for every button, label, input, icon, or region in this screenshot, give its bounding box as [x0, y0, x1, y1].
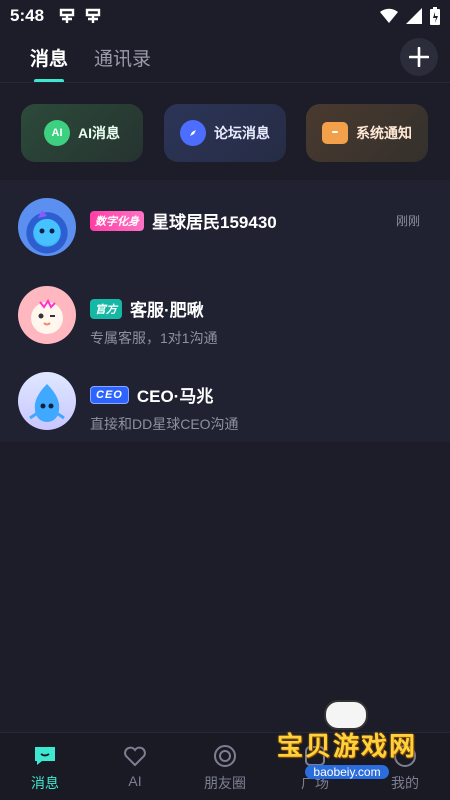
- tab-contacts[interactable]: 通讯录: [94, 44, 151, 71]
- nav-item-messages[interactable]: 消息: [0, 743, 90, 793]
- ai-messages-button[interactable]: AI AI消息: [21, 104, 143, 162]
- compass-icon: [180, 120, 206, 146]
- status-time: 5:48: [10, 6, 45, 25]
- notification-icons: [58, 7, 102, 25]
- box-icon: [322, 122, 348, 144]
- title-row: 数字化身 星球居民159430: [90, 208, 277, 233]
- forum-messages-label: 论坛消息: [214, 125, 270, 141]
- contact-name: CEO·马兆: [136, 387, 214, 406]
- digital-avatar-badge: 数字化身: [90, 210, 144, 231]
- signal-icon: [406, 8, 422, 24]
- heart-icon: [121, 743, 149, 769]
- watermark-text: 宝贝游戏网: [276, 731, 417, 761]
- contact-name: 客服·肥啾: [130, 301, 204, 320]
- contact-name: 星球居民159430: [152, 213, 277, 232]
- header-tabs: 消息 通讯录: [0, 32, 450, 83]
- gamepad-icon: [324, 700, 368, 730]
- chat-bubble-icon: [31, 743, 59, 769]
- forum-messages-button[interactable]: 论坛消息: [164, 104, 286, 162]
- list-item[interactable]: CEO CEO·马兆 直接和DD星球CEO沟通: [0, 358, 450, 444]
- watermark-url: baobeiy.com: [305, 765, 389, 779]
- app-notification-icon: [85, 8, 101, 23]
- avatar: [18, 372, 76, 430]
- ceo-badge: CEO: [90, 385, 129, 404]
- message-time: 刚刚: [395, 214, 420, 228]
- nav-item-moments[interactable]: 朋友圈: [180, 743, 270, 793]
- nav-item-ai[interactable]: AI: [90, 743, 180, 789]
- system-icons: [380, 7, 440, 25]
- list-item[interactable]: 数字化身 星球居民159430 刚刚: [0, 184, 450, 270]
- title-row: 官方 客服·肥啾: [90, 296, 204, 321]
- header-divider: [0, 82, 450, 83]
- tab-messages[interactable]: 消息: [30, 44, 68, 83]
- contact-subtitle: 专属客服，1对1沟通: [90, 330, 218, 346]
- status-bar: 5:48: [0, 0, 450, 32]
- system-notifications-button[interactable]: 系统通知: [306, 104, 428, 162]
- system-notifications-label: 系统通知: [356, 125, 412, 141]
- circle-icon: [211, 743, 239, 769]
- app-notification-icon: [59, 8, 75, 23]
- official-badge: 官方: [90, 298, 122, 319]
- plus-icon: [409, 47, 429, 67]
- ai-messages-label: AI消息: [78, 125, 120, 141]
- nav-label: 朋友圈: [204, 775, 246, 791]
- nav-label: 消息: [31, 775, 59, 791]
- conversation-list: 数字化身 星球居民159430 刚刚 官方 客服·肥啾 专属客服，1对1沟通 C…: [0, 180, 450, 442]
- list-item[interactable]: 官方 客服·肥啾 专属客服，1对1沟通: [0, 272, 450, 358]
- avatar: [18, 286, 76, 344]
- add-button[interactable]: [400, 38, 438, 76]
- quick-actions: AI AI消息 论坛消息 系统通知: [0, 104, 450, 162]
- battery-icon: [430, 7, 440, 25]
- ai-icon: AI: [44, 120, 70, 146]
- contact-subtitle: 直接和DD星球CEO沟通: [90, 416, 239, 432]
- avatar: [18, 198, 76, 256]
- title-row: CEO CEO·马兆: [90, 382, 213, 407]
- nav-label: AI: [128, 773, 142, 789]
- watermark: 宝贝游戏网 baobeiy.com: [272, 700, 422, 780]
- wifi-icon: [380, 8, 398, 23]
